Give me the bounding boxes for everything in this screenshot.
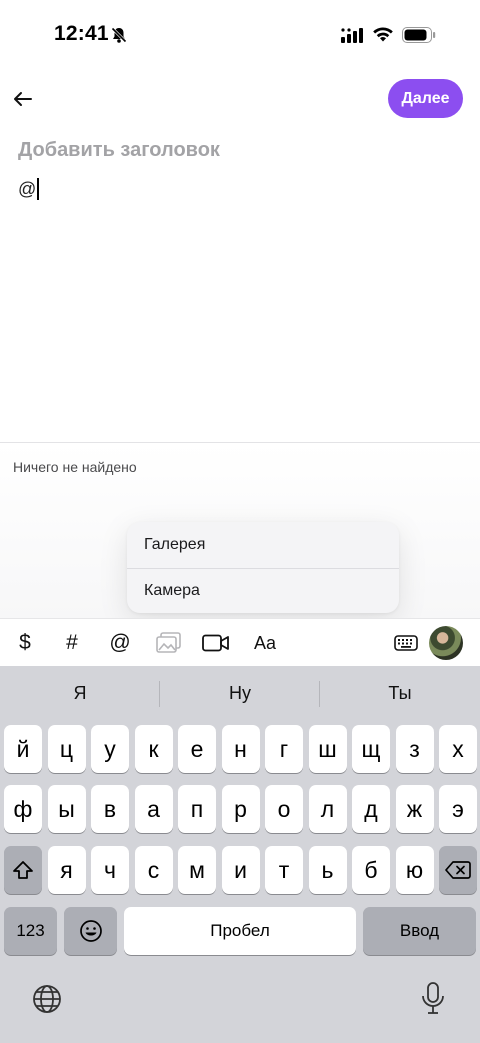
key[interactable]: ы bbox=[47, 785, 86, 833]
key[interactable]: е bbox=[178, 725, 216, 773]
space-key[interactable]: Пробел bbox=[124, 907, 356, 955]
key[interactable]: ь bbox=[308, 846, 347, 894]
key[interactable]: я bbox=[47, 846, 86, 894]
numbers-key[interactable]: 123 bbox=[4, 907, 57, 955]
key[interactable]: п bbox=[178, 785, 216, 833]
key[interactable]: о bbox=[265, 785, 303, 833]
editor-toolbar: $ # @ Aa bbox=[0, 618, 480, 666]
key[interactable]: щ bbox=[352, 725, 390, 773]
key[interactable]: м bbox=[178, 846, 216, 894]
key[interactable]: д bbox=[352, 785, 390, 833]
text-format-button[interactable]: Aa bbox=[250, 619, 280, 667]
key[interactable]: а bbox=[134, 785, 173, 833]
keyboard: Я Ну Ты й ц у к е н г ш щ з х ф ы в а п … bbox=[0, 666, 480, 1043]
globe-icon bbox=[33, 985, 61, 1013]
key[interactable]: к bbox=[134, 725, 173, 773]
image-icon bbox=[156, 632, 181, 653]
dollar-button[interactable]: $ bbox=[12, 619, 38, 667]
key[interactable]: с bbox=[134, 846, 173, 894]
backspace-icon bbox=[445, 861, 471, 879]
title-input[interactable]: Добавить заголовок bbox=[18, 139, 458, 162]
key[interactable]: ю bbox=[395, 846, 434, 894]
prediction-2[interactable]: Ну bbox=[160, 666, 320, 721]
prediction-3[interactable]: Ты bbox=[320, 666, 480, 721]
key[interactable]: у bbox=[91, 725, 129, 773]
status-time: 12:41 bbox=[54, 22, 109, 45]
text-caret bbox=[37, 178, 40, 200]
key[interactable]: ф bbox=[4, 785, 42, 833]
next-button[interactable]: Далее bbox=[388, 79, 463, 118]
key[interactable]: ш bbox=[308, 725, 347, 773]
menu-item-camera[interactable]: Камера bbox=[127, 567, 399, 614]
back-button[interactable] bbox=[10, 86, 36, 112]
key[interactable]: в bbox=[91, 785, 129, 833]
avatar[interactable] bbox=[429, 626, 463, 660]
prediction-1[interactable]: Я bbox=[0, 666, 160, 721]
menu-item-gallery[interactable]: Галерея bbox=[127, 522, 399, 568]
image-button[interactable] bbox=[155, 619, 183, 667]
shift-key[interactable] bbox=[4, 846, 42, 894]
microphone-icon bbox=[422, 982, 444, 1014]
keyboard-icon bbox=[394, 635, 418, 651]
wifi-icon bbox=[372, 25, 394, 48]
emoji-icon bbox=[79, 920, 102, 942]
delete-key[interactable] bbox=[439, 846, 477, 894]
key[interactable]: з bbox=[395, 725, 434, 773]
key[interactable]: х bbox=[439, 725, 477, 773]
return-key[interactable]: Ввод bbox=[363, 907, 476, 955]
key[interactable]: ч bbox=[91, 846, 129, 894]
arrow-left-icon bbox=[14, 92, 32, 106]
hashtag-button[interactable]: # bbox=[59, 619, 85, 667]
status-bar: 12:41 bbox=[0, 0, 480, 70]
mention-button[interactable]: @ bbox=[106, 619, 134, 667]
key[interactable]: т bbox=[265, 846, 303, 894]
key[interactable]: э bbox=[439, 785, 477, 833]
body-text: @ bbox=[18, 178, 37, 199]
emoji-key[interactable] bbox=[64, 907, 117, 955]
keyboard-toggle-button[interactable] bbox=[392, 619, 420, 667]
key[interactable]: й bbox=[4, 725, 42, 773]
battery-icon bbox=[402, 26, 436, 49]
no-results-text: Ничего не найдено bbox=[13, 459, 137, 475]
media-menu: Галерея Камера bbox=[127, 522, 399, 613]
globe-button[interactable] bbox=[31, 983, 63, 1020]
key[interactable]: р bbox=[221, 785, 260, 833]
dictation-button[interactable] bbox=[420, 981, 446, 1022]
key[interactable]: и bbox=[221, 846, 260, 894]
shift-icon bbox=[13, 861, 33, 879]
key[interactable]: л bbox=[308, 785, 347, 833]
key[interactable]: г bbox=[265, 725, 303, 773]
key[interactable]: ж bbox=[395, 785, 434, 833]
cellular-signal-icon bbox=[340, 26, 364, 49]
key[interactable]: н bbox=[221, 725, 260, 773]
key[interactable]: б bbox=[352, 846, 390, 894]
body-text-field[interactable]: @ bbox=[18, 178, 40, 200]
bell-muted-icon bbox=[110, 26, 128, 49]
key[interactable]: ц bbox=[47, 725, 86, 773]
predictive-bar: Я Ну Ты bbox=[0, 666, 480, 721]
video-button[interactable] bbox=[201, 619, 231, 667]
video-camera-icon bbox=[202, 634, 229, 652]
